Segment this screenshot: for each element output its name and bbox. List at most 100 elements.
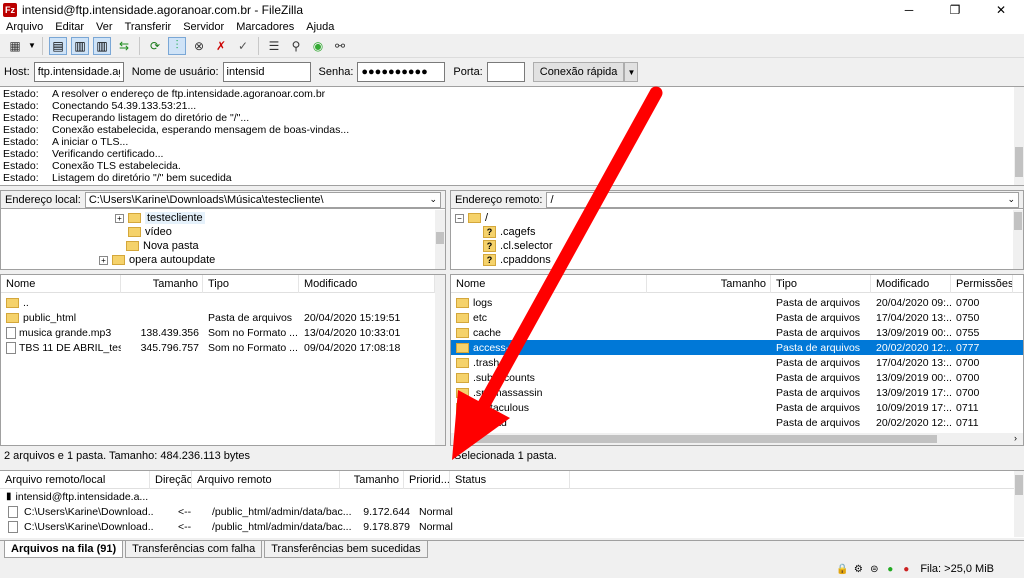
chevron-down-icon[interactable]: ⌄: [1007, 194, 1015, 205]
cancel-operation-icon[interactable]: ⊗: [190, 37, 208, 55]
toggle-queue-icon[interactable]: ⇆: [115, 37, 133, 55]
col-nome[interactable]: Nome: [451, 275, 647, 293]
scroll-right-icon[interactable]: ›: [1014, 433, 1017, 443]
menu-editar[interactable]: Editar: [49, 21, 90, 33]
menu-marcadores[interactable]: Marcadores: [230, 21, 300, 33]
toggle-log-icon[interactable]: ▤: [49, 36, 67, 55]
password-input[interactable]: [357, 62, 446, 82]
process-queue-icon[interactable]: ⫶: [168, 36, 186, 55]
remote-tree-item[interactable]: − /: [451, 211, 1011, 225]
col-arquivo-remoto[interactable]: Arquivo remoto: [192, 470, 340, 489]
tab-successful-transfers[interactable]: Transferências bem sucedidas: [264, 541, 428, 558]
quickconnect-button[interactable]: Conexão rápida: [532, 62, 625, 82]
col-tamanho[interactable]: Tamanho: [121, 275, 203, 293]
menu-arquivo[interactable]: Arquivo: [0, 21, 49, 33]
local-tree-item[interactable]: Nova pasta: [1, 239, 435, 253]
disconnect-icon[interactable]: ✗: [212, 37, 230, 55]
table-row[interactable]: ..: [1, 295, 445, 310]
col-prioridade[interactable]: Priorid...: [404, 470, 450, 489]
log-scrollbar[interactable]: [1014, 87, 1024, 185]
speed-limit-icon[interactable]: ⊜: [868, 563, 880, 575]
lock-icon: 🔒: [836, 563, 849, 575]
remote-list-hscrollbar[interactable]: ›: [451, 433, 1023, 445]
table-row[interactable]: access-lo Pasta de arquivos 20/02/2020 12:…: [451, 340, 1023, 355]
col-status[interactable]: Status: [450, 470, 570, 489]
table-row[interactable]: .softaculous Pasta de arquivos 10/09/2019 …: [451, 400, 1023, 415]
file-modified: 13/09/2019 00:...: [876, 371, 951, 384]
remote-tree-item[interactable]: ? .cagefs: [451, 225, 1011, 239]
menu-servidor[interactable]: Servidor: [177, 21, 230, 33]
table-row[interactable]: .spamassassin Pasta de arquivos 13/09/2019…: [451, 385, 1023, 400]
local-tree-item[interactable]: + testecliente: [1, 211, 435, 225]
compare-icon[interactable]: ◉: [309, 37, 327, 55]
remote-tree-item[interactable]: ? .cl.selector: [451, 239, 1011, 253]
queue-server-row[interactable]: ▮ intensid@ftp.intensidade.a...: [0, 489, 1024, 504]
queue-scrollbar[interactable]: [1014, 471, 1024, 537]
log-scrollbar-thumb[interactable]: [1015, 147, 1023, 177]
col-tipo[interactable]: Tipo: [771, 275, 871, 293]
local-tree-pane: Endereço local: C:\Users\Karine\Download…: [0, 190, 446, 270]
local-list-scrollbar[interactable]: [435, 275, 445, 445]
col-modificado[interactable]: Modificado: [299, 275, 435, 293]
queue-row[interactable]: C:\Users\Karine\Download... <-- /public_ht…: [0, 504, 1024, 519]
toggle-remote-tree-icon[interactable]: ▥: [93, 36, 111, 55]
close-icon[interactable]: ✕: [978, 0, 1024, 20]
col-tamanho[interactable]: Tamanho: [647, 275, 771, 293]
quickconnect-dropdown-icon[interactable]: ▼: [624, 62, 639, 82]
col-tipo[interactable]: Tipo: [203, 275, 299, 293]
col-permissoes[interactable]: Permissões: [951, 275, 1013, 293]
table-row[interactable]: .trash Pasta de arquivos 17/04/2020 13:...…: [451, 355, 1023, 370]
table-row[interactable]: .subaccounts Pasta de arquivos 13/09/2019 …: [451, 370, 1023, 385]
remote-path-input[interactable]: / ⌄: [546, 191, 1019, 208]
host-input[interactable]: [33, 62, 124, 82]
sync-browsing-icon[interactable]: ⚲: [287, 37, 305, 55]
minimize-icon[interactable]: ─: [886, 0, 932, 20]
port-input[interactable]: [486, 62, 525, 82]
local-path-input[interactable]: C:\Users\Karine\Downloads\Música\testecl…: [84, 191, 441, 208]
table-row[interactable]: etc Pasta de arquivos 17/04/2020 13:... 075…: [451, 310, 1023, 325]
col-nome[interactable]: Nome: [1, 275, 121, 293]
queue-scrollbar-thumb[interactable]: [1015, 475, 1023, 495]
col-direcao[interactable]: Direção: [150, 470, 192, 489]
folder-icon: [126, 241, 139, 251]
remote-tree-scrollbar-thumb[interactable]: [1014, 212, 1022, 230]
dropdown-arrow-icon[interactable]: ▼: [28, 37, 36, 55]
toggle-local-tree-icon[interactable]: ▥: [71, 36, 89, 55]
local-tree-item[interactable]: vídeo: [1, 225, 435, 239]
reconnect-icon[interactable]: ✓: [234, 37, 252, 55]
collapse-icon[interactable]: −: [455, 213, 464, 223]
expand-icon[interactable]: +: [115, 213, 124, 223]
toolbar-separator: [139, 36, 140, 55]
table-row[interactable]: logs Pasta de arquivos 20/04/2020 09:... 07…: [451, 295, 1023, 310]
tab-failed-transfers[interactable]: Transferências com falha: [125, 541, 263, 558]
table-row[interactable]: public_html Pasta de arquivos 20/04/2020 1…: [1, 310, 445, 325]
maximize-icon[interactable]: ❐: [932, 0, 978, 20]
directory-filter-icon[interactable]: ☰: [265, 37, 283, 55]
site-manager-icon[interactable]: ▦: [6, 37, 24, 55]
remote-tree-scrollbar[interactable]: [1013, 210, 1023, 269]
menu-ver[interactable]: Ver: [90, 21, 119, 33]
expand-icon[interactable]: +: [99, 255, 108, 265]
table-row[interactable]: .sqload Pasta de arquivos 20/02/2020 12:..…: [451, 415, 1023, 430]
local-tree-scrollbar-thumb[interactable]: [436, 232, 444, 244]
refresh-icon[interactable]: ⟳: [146, 37, 164, 55]
username-input[interactable]: [222, 62, 311, 82]
table-row[interactable]: TBS 11 DE ABRIL_teste1.m... 345.796.757 So…: [1, 340, 445, 355]
folder-icon: [6, 297, 19, 308]
col-arquivo-local[interactable]: Arquivo remoto/local: [0, 470, 150, 489]
search-files-icon[interactable]: ⚯: [331, 37, 349, 55]
local-tree-scrollbar[interactable]: [435, 210, 445, 269]
chevron-down-icon[interactable]: ⌄: [429, 194, 437, 205]
table-row[interactable]: cache Pasta de arquivos 13/09/2019 00:... 0…: [451, 325, 1023, 340]
menu-ajuda[interactable]: Ajuda: [300, 21, 340, 33]
remote-tree-item[interactable]: ? .cpaddons: [451, 253, 1011, 267]
queue-row[interactable]: C:\Users\Karine\Download... <-- /public_ht…: [0, 519, 1024, 534]
menu-transferir[interactable]: Transferir: [119, 21, 178, 33]
remote-list-hscrollbar-thumb[interactable]: [457, 435, 937, 443]
local-tree-item[interactable]: + opera autoupdate: [1, 253, 435, 267]
col-tamanho[interactable]: Tamanho: [340, 470, 404, 489]
table-row[interactable]: musica grande.mp3 138.439.356 Som no Forma…: [1, 325, 445, 340]
file-name: .sqload: [473, 416, 507, 429]
col-modificado[interactable]: Modificado: [871, 275, 951, 293]
tab-queued-files[interactable]: Arquivos na fila (91): [4, 541, 124, 558]
